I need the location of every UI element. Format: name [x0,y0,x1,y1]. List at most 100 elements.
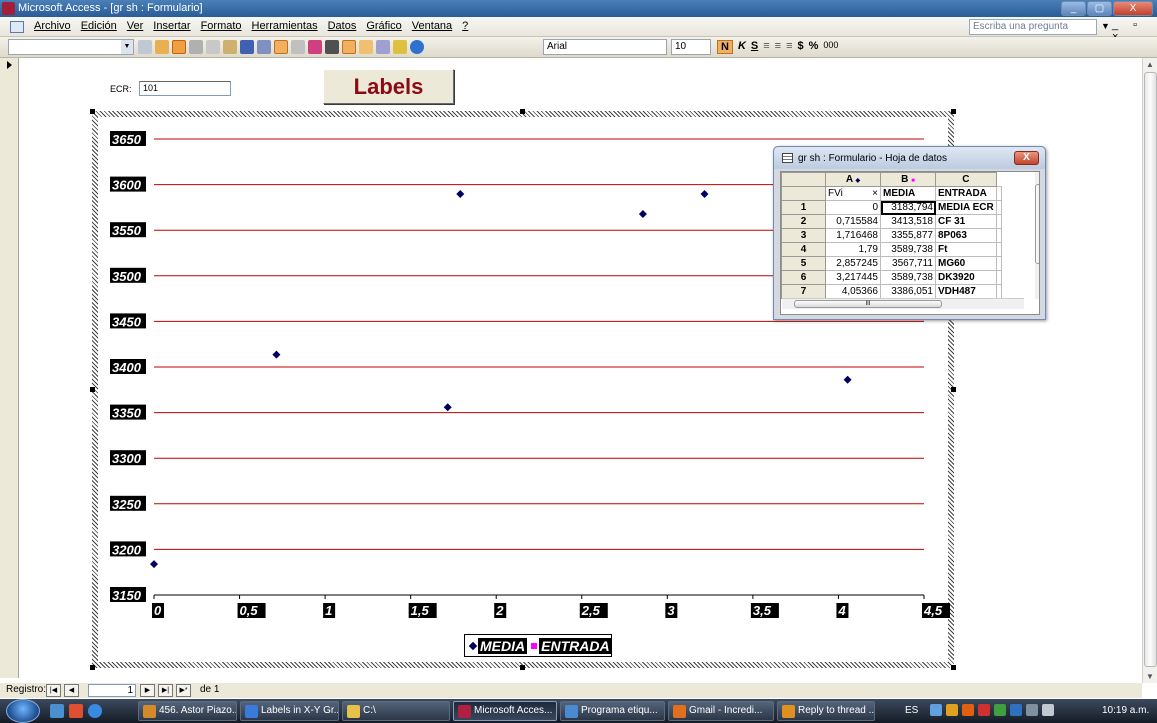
column-header-c[interactable]: C [935,172,997,187]
start-button[interactable] [6,699,40,723]
language-indicator[interactable]: ES [905,705,918,716]
x-tick-label: 4 [837,603,846,618]
data-point [443,403,452,412]
app-icon [782,705,795,718]
new-record-button[interactable]: ▶* [176,684,191,697]
previous-record-button[interactable]: ◀ [64,684,79,697]
cell[interactable]: 0 [825,200,881,215]
y-tick-label: 3650 [112,132,142,147]
scroll-thumb[interactable]: III [794,300,942,308]
cell[interactable] [995,186,1002,201]
row-header[interactable]: 2 [781,214,826,229]
datasheet-close-button[interactable]: X [1014,151,1039,165]
cell[interactable]: ENTRADA [935,186,997,201]
browser-icon[interactable] [88,704,102,718]
cell[interactable] [995,284,1002,299]
cell[interactable]: Ft [935,242,997,257]
app-icon [245,705,258,718]
datasheet-window[interactable]: gr sh : Formulario - Hoja de datos X A ◆… [773,146,1046,320]
row-header[interactable]: 6 [781,270,826,285]
cell[interactable]: 3,217445 [825,270,881,285]
taskbar-item-active[interactable]: Microsoft Acces... [453,701,557,721]
cell[interactable] [995,242,1002,257]
show-desktop-icon[interactable] [50,704,64,718]
legend-label: MEDIA [478,637,528,654]
cell[interactable]: 3567,711 [880,256,936,271]
taskbar-item[interactable]: Labels in X-Y Gr... [240,701,339,721]
column-header-a[interactable]: A ◆ [825,172,881,187]
mail-icon[interactable] [69,704,83,718]
cell[interactable]: 2,857245 [825,256,881,271]
clock[interactable]: 10:19 a.m. [1102,705,1149,716]
select-all-cell[interactable] [781,172,826,187]
cell[interactable]: 3183,794 [880,200,936,215]
cell[interactable]: DK3920 [935,270,997,285]
x-icon: × [872,188,878,199]
cell[interactable]: MEDIA ECR [935,200,997,215]
cell[interactable]: 3386,051 [880,284,936,299]
app-icon [143,705,156,718]
row-header[interactable]: 7 [781,284,826,299]
next-record-button[interactable]: ▶ [140,684,155,697]
first-record-button[interactable]: |◀ [46,684,61,697]
cell[interactable] [995,270,1002,285]
cell[interactable]: CF 31 [935,214,997,229]
cell[interactable]: 1,79 [825,242,881,257]
quick-launch [50,704,102,718]
tray-icon[interactable] [994,704,1007,716]
chart-legend[interactable]: MEDIA ENTRADA [464,634,612,657]
table-row: 1 0 3183,794 MEDIA ECR [781,200,1002,215]
column-header-b[interactable]: B ■ [880,172,936,187]
row-header[interactable]: 4 [781,242,826,257]
tray-icon[interactable] [962,704,975,716]
cell[interactable] [995,256,1002,271]
record-count: de 1 [200,684,220,695]
taskbar-item[interactable]: C:\ [342,701,450,721]
cell[interactable] [995,214,1002,229]
taskbar-item[interactable]: Programa etiqu... [560,701,665,721]
row-header[interactable]: 3 [781,228,826,243]
cell[interactable]: 3589,738 [880,270,936,285]
datasheet-title-bar[interactable]: gr sh : Formulario - Hoja de datos X [774,147,1045,169]
folder-icon [347,705,360,718]
cell[interactable]: VDH487 [935,284,997,299]
cell[interactable]: 8P063 [935,228,997,243]
data-point [700,189,709,198]
x-tick-label: 2 [495,603,504,618]
datasheet-horizontal-scrollbar[interactable]: III [782,298,1024,309]
row-header[interactable] [781,186,826,201]
row-header[interactable]: 1 [781,200,826,215]
tray-icon[interactable] [1010,704,1023,716]
cell[interactable] [995,200,1002,215]
cell[interactable]: MG60 [935,256,997,271]
taskbar-item[interactable]: Reply to thread ... [777,701,875,721]
cell[interactable] [995,228,1002,243]
y-tick-label: 3350 [112,406,142,421]
cell[interactable]: 1,716468 [825,228,881,243]
tray-icon[interactable] [946,704,959,716]
cell[interactable]: FVi × [825,186,881,201]
cell[interactable]: 3413,518 [880,214,936,229]
datasheet-table: A ◆ B ■ C FVi × MEDIA ENTRADA 1 0 3183,79… [781,172,1002,299]
taskbar-item[interactable]: Gmail - Incredi... [668,701,774,721]
last-record-button[interactable]: ▶| [158,684,173,697]
taskbar-item[interactable]: 456. Astor Piazo... [138,701,237,721]
volume-icon[interactable] [1042,704,1055,716]
tray-icon[interactable] [930,704,943,716]
cell[interactable]: 0,715584 [825,214,881,229]
cell[interactable]: 3355,877 [880,228,936,243]
y-tick-label: 3200 [112,542,142,557]
current-record-field[interactable]: 1 [88,684,136,697]
x-tick-label: 1 [325,603,332,618]
data-point [843,375,852,384]
cell[interactable]: 4,05366 [825,284,881,299]
network-icon[interactable] [1026,704,1039,716]
cell[interactable]: 3589,738 [880,242,936,257]
datasheet-vertical-scrollbar[interactable] [1035,172,1039,299]
data-point [150,560,158,569]
row-header[interactable]: 5 [781,256,826,271]
table-row: 3 1,716468 3355,877 8P063 [781,228,1002,243]
scroll-thumb[interactable] [1035,184,1039,264]
cell[interactable]: MEDIA [880,186,936,201]
tray-icon[interactable] [978,704,991,716]
